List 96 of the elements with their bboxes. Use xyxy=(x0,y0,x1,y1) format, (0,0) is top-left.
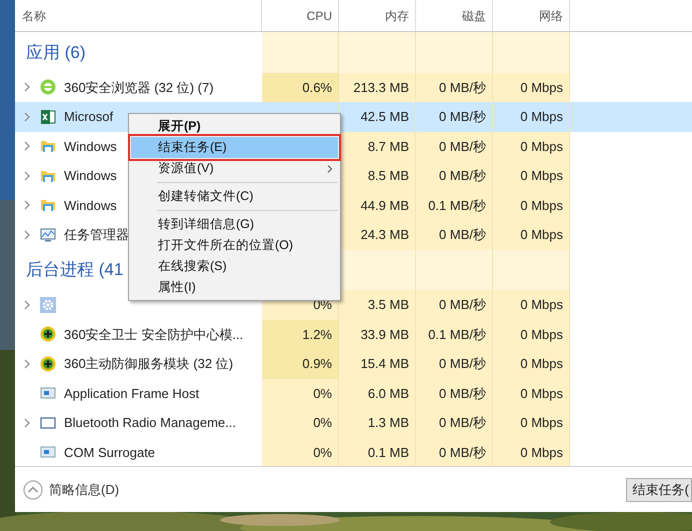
process-name: Windows xyxy=(64,167,117,185)
disk-value: 0.1 MB/秒 xyxy=(428,326,486,344)
network-value: 0 Mbps xyxy=(520,167,563,185)
folder-icon xyxy=(40,138,56,154)
network-value: 0 Mbps xyxy=(520,384,563,403)
chevron-icon[interactable] xyxy=(24,200,30,210)
process-row[interactable]: COM Surrogate 0% 0.1 MB 0 MB/秒 0 Mbps xyxy=(15,438,692,466)
memory-value: 33.9 MB xyxy=(360,326,409,344)
chevron-icon[interactable] xyxy=(24,418,30,428)
disk-value: 0 MB/秒 xyxy=(439,296,486,314)
menu-item[interactable]: 属性(I) xyxy=(131,277,338,298)
process-name: COM Surrogate xyxy=(64,444,156,462)
network-value: 0 Mbps xyxy=(520,296,563,314)
chevron-icon[interactable] xyxy=(24,141,30,152)
network-value: 0 Mbps xyxy=(520,355,563,373)
column-header[interactable]: CPU xyxy=(306,7,332,25)
menu-item[interactable]: 打开文件所在的位置(O) xyxy=(131,235,338,256)
process-name: Application Frame Host xyxy=(64,384,200,403)
cpu-value: 0.9% xyxy=(302,355,332,373)
group-heading: 后台进程 (41 xyxy=(26,259,124,281)
chevron-icon[interactable] xyxy=(24,230,30,240)
network-value: 0 Mbps xyxy=(520,226,563,244)
process-name: 任务管理器 xyxy=(64,226,129,244)
network-value: 0 Mbps xyxy=(520,414,563,432)
column-header[interactable]: 名称 xyxy=(22,7,46,25)
process-row[interactable]: Bluetooth Radio Manageme... 0% 1.3 MB 0 MB/秒 0 Mbps xyxy=(15,408,692,438)
network-value: 0 Mbps xyxy=(520,444,563,462)
chevron-icon[interactable] xyxy=(24,82,30,92)
process-name: Windows xyxy=(64,196,117,214)
process-row[interactable]: 360安全浏览器 (32 位) (7) 0.6% 213.3 MB 0 MB/秒 0 Mbps xyxy=(15,72,692,102)
memory-value: 44.9 MB xyxy=(360,196,409,214)
menu-item[interactable]: 在线搜索(S) xyxy=(131,256,338,277)
network-value: 0 Mbps xyxy=(520,326,563,344)
menu-item[interactable]: 创建转储文件(C) xyxy=(131,186,338,207)
chevron-icon[interactable] xyxy=(24,358,30,369)
chevron-icon[interactable] xyxy=(24,300,30,310)
process-row[interactable]: Application Frame Host 0% 6.0 MB 0 MB/秒 0 Mbps xyxy=(15,378,692,408)
network-value: 0 Mbps xyxy=(520,196,563,215)
network-value: 0 Mbps xyxy=(520,108,563,126)
process-row[interactable]: 360安全卫士 安全防护中心模... 1.2% 33.9 MB 0.1 MB/秒 0 Mbps xyxy=(15,320,692,349)
disk-value: 0 MB/秒 xyxy=(439,108,486,126)
network-value: 0 Mbps xyxy=(520,78,563,97)
column-header[interactable]: 内存 xyxy=(385,7,409,25)
browser-icon xyxy=(40,79,56,96)
cpu-value: 0% xyxy=(313,444,332,462)
gear-icon xyxy=(40,296,56,313)
shield-plus-icon xyxy=(40,356,56,372)
process-name: Bluetooth Radio Manageme... xyxy=(64,414,236,432)
collapse-icon[interactable] xyxy=(23,480,43,500)
memory-value: 213.3 MB xyxy=(353,78,409,96)
disk-value: 0 MB/秒 xyxy=(439,444,486,462)
chevron-icon[interactable] xyxy=(24,170,30,181)
memory-value: 24.3 MB xyxy=(360,226,409,244)
memory-value: 42.5 MB xyxy=(360,108,409,126)
app-window-icon xyxy=(40,444,56,460)
memory-value: 8.5 MB xyxy=(368,167,409,185)
process-name: Windows xyxy=(64,138,117,156)
spreadsheet-icon xyxy=(40,108,56,125)
details-toggle[interactable]: 简略信息(D) xyxy=(49,480,120,500)
disk-value: 0 MB/秒 xyxy=(439,138,486,156)
disk-value: 0 MB/秒 xyxy=(439,384,486,402)
cpu-value: 1.2% xyxy=(302,326,332,344)
cpu-value: 0% xyxy=(313,414,332,432)
app-window-icon xyxy=(40,385,56,402)
memory-value: 8.7 MB xyxy=(368,138,409,156)
memory-value: 15.4 MB xyxy=(360,355,409,373)
column-header[interactable]: 网络 xyxy=(539,7,563,25)
process-name: 360安全卫士 安全防护中心模... xyxy=(64,326,244,344)
chevron-icon[interactable] xyxy=(24,112,30,122)
disk-value: 0 MB/秒 xyxy=(439,355,486,373)
disk-value: 0 MB/秒 xyxy=(439,167,486,185)
process-name: 360安全浏览器 (32 位) (7) xyxy=(64,78,214,97)
memory-value: 6.0 MB xyxy=(368,384,409,402)
disk-value: 0.1 MB/秒 xyxy=(428,196,486,214)
memory-value: 0.1 MB xyxy=(368,444,409,462)
menu-item[interactable]: 转到详细信息(G) xyxy=(131,214,338,235)
cpu-value: 0% xyxy=(313,384,332,402)
disk-value: 0 MB/秒 xyxy=(439,414,486,432)
network-value: 0 Mbps xyxy=(520,138,563,156)
group-heading: 应用 (6) xyxy=(26,42,86,64)
memory-value: 3.5 MB xyxy=(368,296,409,314)
folder-icon xyxy=(40,197,56,214)
end-task-button[interactable]: 结束任务( xyxy=(626,478,692,502)
column-header[interactable]: 磁盘 xyxy=(462,7,486,25)
menu-item[interactable]: 结束任务(E) xyxy=(131,137,338,158)
cpu-value: 0.6% xyxy=(302,78,332,96)
window-icon xyxy=(40,414,56,431)
memory-value: 1.3 MB xyxy=(368,414,409,432)
shield-plus-icon xyxy=(40,326,56,342)
process-name: 360主动防御服务模块 (32 位) xyxy=(64,355,234,373)
menu-item[interactable]: 资源值(V) xyxy=(131,158,338,179)
disk-value: 0 MB/秒 xyxy=(439,78,486,96)
chart-monitor-icon xyxy=(40,226,56,243)
disk-value: 0 MB/秒 xyxy=(439,226,486,244)
process-name: Microsof xyxy=(64,108,114,126)
process-row[interactable]: 360主动防御服务模块 (32 位) 0.9% 15.4 MB 0 MB/秒 0 Mbps xyxy=(15,349,692,378)
